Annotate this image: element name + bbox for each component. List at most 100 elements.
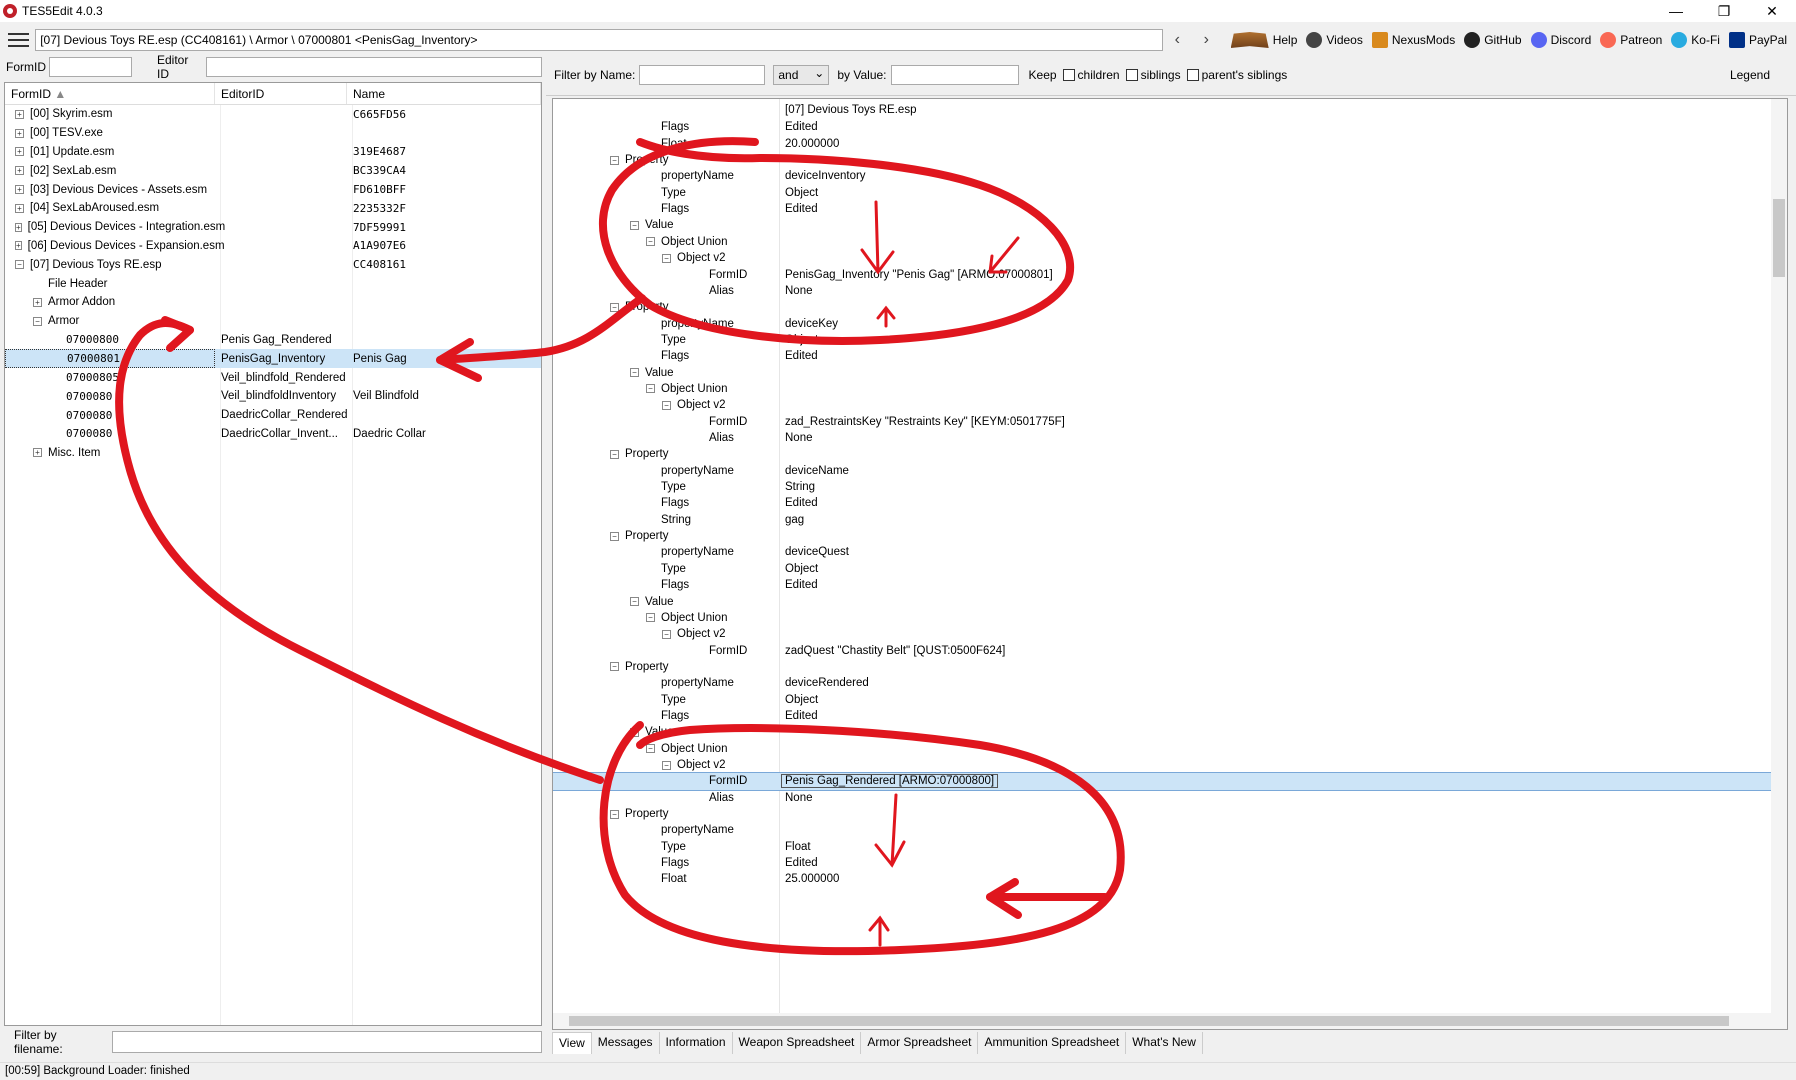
tab-view[interactable]: View (552, 1032, 592, 1054)
tree-row[interactable]: File Header (5, 274, 541, 293)
detail-row-label: Value (645, 219, 674, 232)
tree-row[interactable]: + Armor Addon (5, 293, 541, 312)
tree-row[interactable]: 0700080 DaedricCollar_Rendered (5, 406, 541, 425)
collapse-icon[interactable]: − (646, 237, 655, 247)
collapse-icon[interactable]: − (646, 384, 655, 394)
tree-row[interactable]: 07000805 Veil_blindfold_Rendered (5, 368, 541, 387)
detail-row-value[interactable]: Penis Gag_Rendered [ARMO:07000800] (781, 774, 999, 789)
legend-button[interactable]: Legend (1730, 68, 1770, 82)
record-tree[interactable]: FormID ▲ EditorID Name + [00] Skyrim.esm C… (4, 82, 542, 1026)
tree-row[interactable]: + [06] Devious Devices - Expansion.esm A1A… (5, 237, 541, 256)
collapse-icon[interactable]: − (646, 744, 655, 754)
expand-icon[interactable]: + (33, 448, 42, 458)
tree-row[interactable]: 07000801 PenisGag_Inventory Penis Gag (5, 349, 541, 369)
tree-row-formid: [01] Update.esm (30, 145, 115, 158)
forward-button[interactable]: › (1192, 31, 1221, 49)
collapse-icon[interactable]: − (610, 302, 619, 312)
detail-row-label: propertyName (661, 317, 734, 330)
collapse-icon[interactable]: − (630, 727, 639, 737)
videos-link[interactable]: Videos (1306, 32, 1363, 48)
discord-link[interactable]: Discord (1530, 32, 1591, 48)
menu-icon[interactable] (8, 33, 30, 47)
filter-value-input[interactable] (890, 64, 1019, 85)
expand-icon[interactable]: + (15, 147, 24, 157)
tab-armor-spreadsheet[interactable]: Armor Spreadsheet (861, 1032, 979, 1054)
tab-weapon-spreadsheet[interactable]: Weapon Spreadsheet (733, 1032, 862, 1054)
close-button[interactable]: ✕ (1748, 0, 1796, 22)
expand-icon[interactable]: + (15, 185, 24, 195)
tree-row-formid: 07000800 (66, 333, 119, 347)
nexusmods-link[interactable]: NexusMods (1371, 32, 1455, 48)
collapse-icon[interactable]: − (630, 597, 639, 607)
expand-icon[interactable]: + (15, 128, 24, 138)
expand-icon[interactable]: + (15, 222, 22, 232)
collapse-icon[interactable]: − (662, 760, 671, 770)
collapse-icon[interactable]: − (610, 531, 619, 541)
collapse-icon[interactable]: − (630, 220, 639, 230)
tree-row[interactable]: + [00] TESV.exe (5, 124, 541, 143)
column-name[interactable]: Name (347, 83, 541, 104)
collapse-icon[interactable]: − (610, 662, 619, 672)
tree-row[interactable]: + [00] Skyrim.esm C665FD56 (5, 105, 541, 124)
keep-siblings-checkbox[interactable] (1125, 68, 1138, 81)
tree-row[interactable]: + [01] Update.esm 319E4687 (5, 143, 541, 162)
detail-row-label: Flags (661, 709, 690, 722)
expand-icon[interactable]: + (15, 203, 24, 213)
tab-information[interactable]: Information (660, 1032, 733, 1054)
tree-row[interactable]: − Armor (5, 312, 541, 331)
kofi-link[interactable]: Ko-Fi (1671, 32, 1720, 48)
tree-row[interactable]: 07000800 Penis Gag_Rendered (5, 331, 541, 350)
paypal-link[interactable]: PayPal (1728, 32, 1787, 48)
detail-row-value: None (785, 284, 813, 297)
record-path[interactable]: [07] Devious Toys RE.esp (CC408161) \ Ar… (35, 29, 1163, 51)
column-editorid[interactable]: EditorID (215, 83, 347, 104)
keep-children-checkbox[interactable] (1062, 68, 1075, 81)
tab-what-s-new[interactable]: What's New (1126, 1032, 1203, 1054)
collapse-icon[interactable]: − (630, 368, 639, 378)
collapse-icon[interactable]: − (662, 629, 671, 639)
detail-row[interactable]: Float 25.000000 (553, 870, 1773, 889)
expand-icon[interactable]: + (33, 297, 42, 307)
expand-icon[interactable]: + (15, 241, 22, 251)
expand-icon[interactable]: + (15, 166, 24, 176)
back-button[interactable]: ‹ (1163, 31, 1192, 49)
collapse-icon[interactable]: − (610, 449, 619, 459)
keep-parents-siblings-checkbox[interactable] (1186, 68, 1199, 81)
detail-row-value: Object (785, 333, 819, 346)
tree-row[interactable]: + [02] SexLab.esm BC339CA4 (5, 161, 541, 180)
tree-row[interactable]: + [05] Devious Devices - Integration.esm 7… (5, 218, 541, 237)
collapse-icon[interactable]: − (610, 155, 619, 165)
collapse-icon[interactable]: − (15, 260, 24, 270)
help-link[interactable]: Help (1230, 32, 1297, 48)
tree-row[interactable]: 0700080 DaedricCollar_Invent... Daedric Co… (5, 425, 541, 444)
collapse-icon[interactable]: − (33, 316, 42, 326)
collapse-icon[interactable]: − (662, 400, 671, 410)
filter-name-input[interactable] (639, 64, 766, 85)
siblings-label: siblings (1140, 67, 1181, 82)
record-detail-view[interactable]: [07] Devious Toys RE.esp Flags Edited Floa… (552, 98, 1788, 1030)
tree-row[interactable]: + [04] SexLabAroused.esm 2235332F (5, 199, 541, 218)
detail-vertical-scrollbar[interactable] (1771, 99, 1787, 1029)
filter-operator-select[interactable]: and (773, 64, 830, 85)
collapse-icon[interactable]: − (610, 809, 619, 819)
collapse-icon[interactable]: − (646, 613, 655, 623)
detail-horizontal-scrollbar[interactable] (553, 1013, 1773, 1029)
tree-row[interactable]: + [03] Devious Devices - Assets.esm FD610B… (5, 180, 541, 199)
minimize-button[interactable]: — (1652, 0, 1700, 22)
detail-row-label: Value (645, 366, 674, 379)
github-link[interactable]: GitHub (1464, 32, 1522, 48)
formid-filter-input[interactable] (49, 57, 132, 77)
tab-messages[interactable]: Messages (592, 1032, 660, 1054)
collapse-icon[interactable]: − (662, 253, 671, 263)
editorid-filter-input[interactable] (206, 57, 542, 77)
tab-ammunition-spreadsheet[interactable]: Ammunition Spreadsheet (978, 1032, 1127, 1054)
maximize-button[interactable]: ❐ (1700, 0, 1748, 22)
filename-filter-input[interactable] (111, 1031, 542, 1053)
patreon-link[interactable]: Patreon (1600, 32, 1662, 48)
tree-row[interactable]: − [07] Devious Toys RE.esp CC408161 (5, 255, 541, 274)
tree-row[interactable]: + Misc. Item (5, 443, 541, 462)
column-formid[interactable]: FormID ▲ (5, 83, 215, 104)
tree-row-formid: 07000801 (67, 352, 120, 366)
tree-row[interactable]: 0700080 Veil_blindfoldInventory Veil Blind… (5, 387, 541, 406)
expand-icon[interactable]: + (15, 109, 24, 119)
